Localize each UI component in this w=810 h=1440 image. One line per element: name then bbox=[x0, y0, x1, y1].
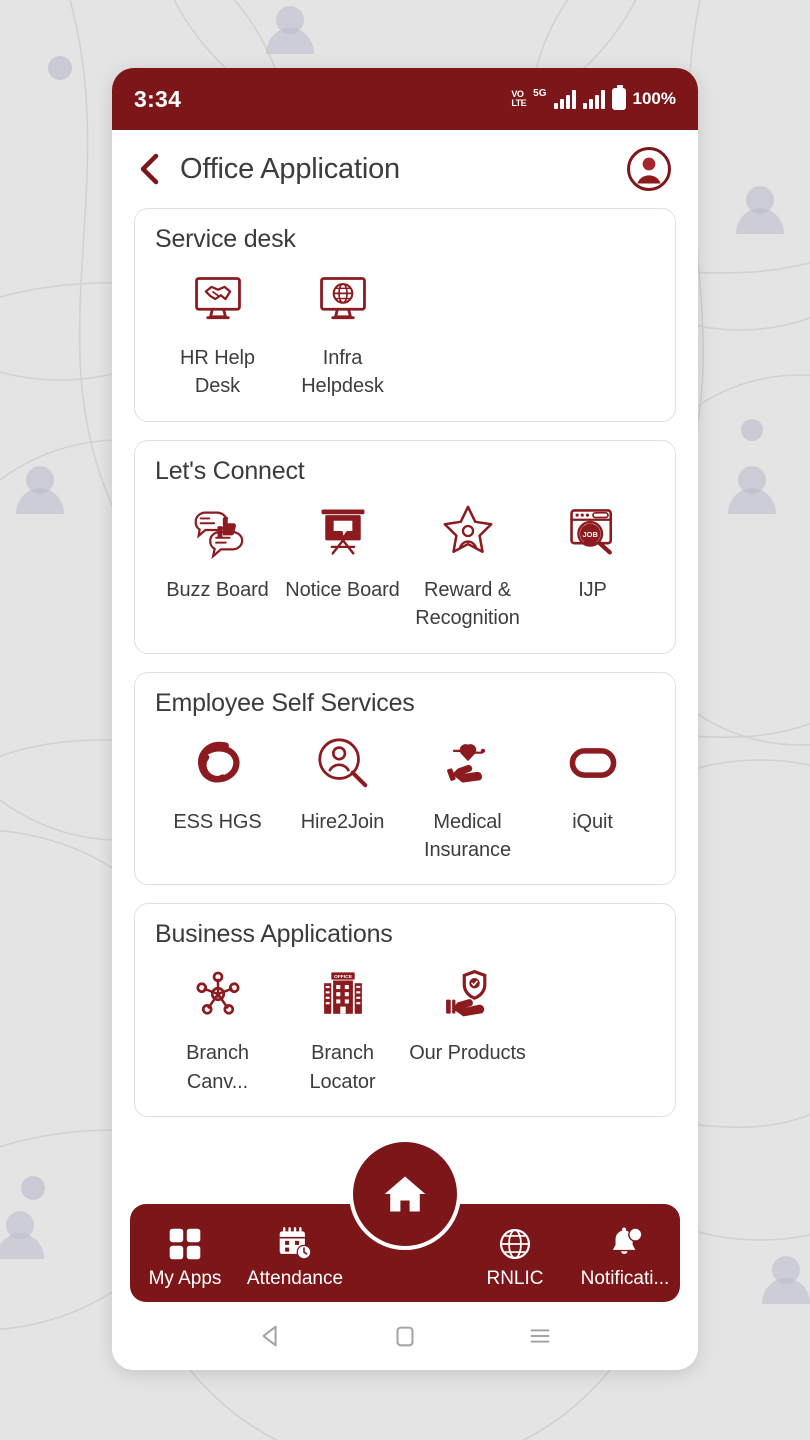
section-title: Employee Self Services bbox=[155, 688, 415, 717]
tile-label: Medical Insurance bbox=[424, 810, 511, 861]
hand-shield-icon bbox=[437, 963, 499, 1025]
account-circle-icon[interactable] bbox=[626, 146, 672, 192]
section-card-business-applications: Business Applications Branch Canv... OFF… bbox=[134, 903, 676, 1118]
home-icon bbox=[384, 1176, 426, 1212]
tile-branch-locator[interactable]: OFFICE Branch Locator bbox=[280, 963, 405, 1096]
office-building-icon: OFFICE bbox=[312, 963, 374, 1025]
presentation-board-icon bbox=[312, 500, 374, 562]
swirl-orbit-icon bbox=[187, 732, 249, 794]
svg-text:JOB: JOB bbox=[582, 530, 598, 539]
nav-label: My Apps bbox=[148, 1268, 222, 1289]
tile-hire2join[interactable]: Hire2Join bbox=[280, 732, 405, 836]
status-bar: 3:34 VO LTE 5G 100% bbox=[112, 68, 698, 130]
tile-our-products[interactable]: Our Products bbox=[405, 963, 530, 1067]
android-system-nav bbox=[112, 1302, 698, 1370]
person-magnifier-icon bbox=[312, 732, 374, 794]
nav-label: Notificati... bbox=[580, 1268, 670, 1289]
section-card-lets-connect: Let's Connect Buzz Board Notice Board Re… bbox=[134, 439, 676, 654]
battery-percent-label: 100% bbox=[632, 89, 676, 108]
tile-row: Branch Canv... OFFICE Branch Locator Our… bbox=[155, 963, 655, 1096]
tile-label: Reward & Recognition bbox=[415, 578, 520, 630]
chat-thumbsup-icon bbox=[187, 500, 249, 562]
nav-item-rnlic[interactable]: RNLIC bbox=[460, 1224, 570, 1290]
pill-outline-icon bbox=[562, 732, 624, 794]
monitor-globe-icon bbox=[312, 268, 374, 330]
network-type-label: 5G bbox=[533, 88, 547, 99]
tile-infra-helpdesk[interactable]: Infra Helpdesk bbox=[280, 268, 405, 401]
globe-icon bbox=[497, 1224, 533, 1264]
section-title: Service desk bbox=[155, 225, 296, 253]
job-search-window-icon: JOB bbox=[562, 500, 624, 562]
hamburger-recents-icon[interactable] bbox=[526, 1322, 554, 1350]
battery-icon bbox=[611, 85, 626, 110]
phone-screen: 3:34 VO LTE 5G 100% Office Application S… bbox=[112, 68, 698, 1370]
tile-label: IJP bbox=[578, 578, 607, 601]
tile-row: HR Help Desk Infra Helpdesk bbox=[155, 268, 655, 401]
calendar-clock-icon bbox=[276, 1224, 314, 1264]
tile-label: HR Help Desk bbox=[180, 347, 255, 398]
tile-label: Hire2Join bbox=[300, 810, 385, 833]
tile-row: ESS HGS Hire2Join Medical Insurance iQui… bbox=[155, 732, 655, 865]
grid-apps-icon bbox=[167, 1224, 203, 1264]
tile-label: Notice Board bbox=[285, 578, 400, 601]
section-card-employee-self-services: Employee Self Services ESS HGS Hire2Join… bbox=[134, 671, 676, 886]
status-indicators: VO LTE 5G 100% bbox=[511, 85, 676, 110]
signal-bars-primary-icon bbox=[553, 89, 576, 109]
tile-ijp[interactable]: JOB IJP bbox=[530, 500, 655, 604]
tile-label: Our Products bbox=[409, 1042, 526, 1065]
tile-medical-insurance[interactable]: Medical Insurance bbox=[405, 732, 530, 865]
app-header: Office Application bbox=[112, 130, 698, 208]
heart-hand-pulse-icon bbox=[437, 732, 499, 794]
status-clock: 3:34 bbox=[134, 85, 182, 112]
signal-bars-secondary-icon bbox=[582, 89, 605, 109]
svg-text:OFFICE: OFFICE bbox=[333, 975, 352, 981]
tile-label: Branch Canv... bbox=[186, 1042, 249, 1093]
tile-label: Branch Locator bbox=[309, 1042, 376, 1093]
monitor-handshake-icon bbox=[187, 268, 249, 330]
tile-label: Infra Helpdesk bbox=[301, 347, 384, 398]
nav-item-attendance[interactable]: Attendance bbox=[240, 1224, 350, 1290]
section-title: Business Applications bbox=[155, 920, 393, 949]
network-hub-icon bbox=[187, 963, 249, 1025]
tile-label: Buzz Board bbox=[166, 578, 269, 601]
tile-buzz-board[interactable]: Buzz Board bbox=[155, 500, 280, 604]
section-card-service-desk: Service desk HR Help Desk Infra Helpdesk bbox=[134, 208, 676, 422]
nav-item-notifications[interactable]: Notificati... bbox=[570, 1224, 680, 1290]
tile-branch-canvas[interactable]: Branch Canv... bbox=[155, 963, 280, 1096]
triangle-back-icon[interactable] bbox=[256, 1322, 284, 1350]
section-title: Let's Connect bbox=[155, 456, 305, 485]
nav-item-my-apps[interactable]: My Apps bbox=[130, 1224, 240, 1290]
tile-label: iQuit bbox=[572, 810, 613, 833]
back-chevron-icon[interactable] bbox=[136, 152, 162, 186]
volte-icon: VO LTE bbox=[511, 89, 527, 108]
page-title: Office Application bbox=[180, 152, 400, 185]
tile-row: Buzz Board Notice Board Reward & Recogni… bbox=[155, 500, 655, 633]
nav-label: RNLIC bbox=[486, 1268, 544, 1289]
square-home-icon[interactable] bbox=[391, 1322, 419, 1350]
tile-ess-hgs[interactable]: ESS HGS bbox=[155, 732, 280, 836]
home-fab-button[interactable] bbox=[349, 1138, 461, 1250]
tile-label: ESS HGS bbox=[173, 810, 262, 833]
tile-notice-board[interactable]: Notice Board bbox=[280, 500, 405, 604]
tile-hr-help-desk[interactable]: HR Help Desk bbox=[155, 268, 280, 401]
tile-iquit[interactable]: iQuit bbox=[530, 732, 655, 836]
bell-badge-icon bbox=[606, 1224, 644, 1264]
nav-label: Attendance bbox=[246, 1268, 344, 1289]
tile-reward-recognition[interactable]: Reward & Recognition bbox=[405, 500, 530, 633]
star-person-icon bbox=[437, 500, 499, 562]
